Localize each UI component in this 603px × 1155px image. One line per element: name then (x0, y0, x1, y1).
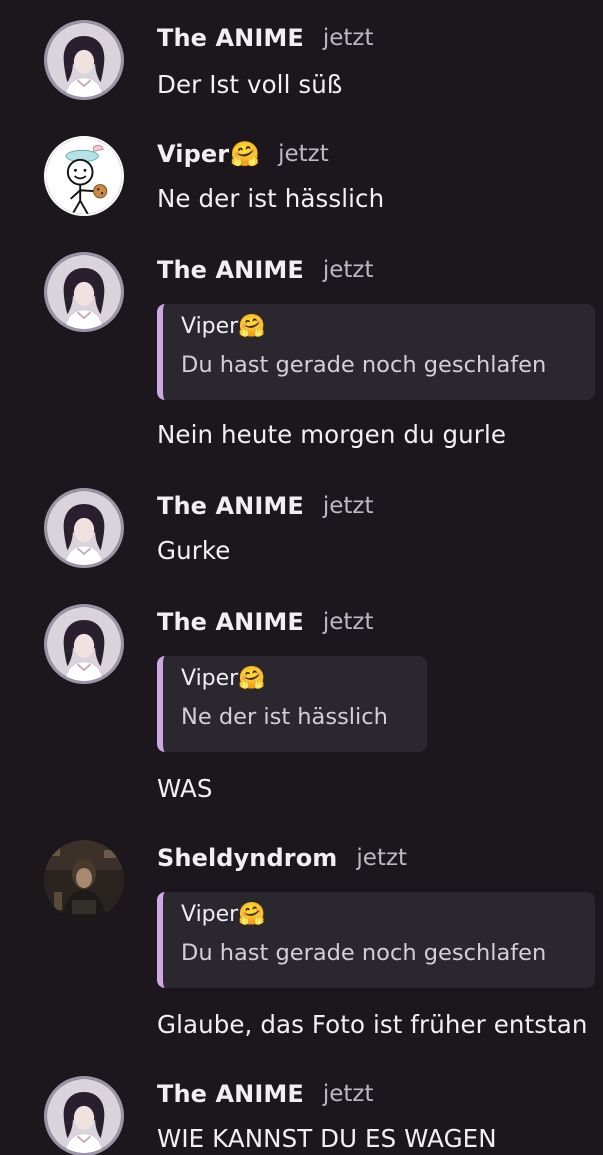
message-text: WAS (157, 774, 213, 803)
author-name[interactable]: Sheldyndrom (157, 844, 337, 872)
message: Viper 🤗 jetzt Ne der ist hässlich (0, 136, 603, 226)
timestamp: jetzt (356, 845, 408, 871)
message-header: The ANIME jetzt (157, 602, 374, 642)
timestamp: jetzt (278, 141, 329, 167)
anime-avatar[interactable] (44, 252, 124, 332)
message: The ANIME jetzt Der Ist voll süß (0, 20, 603, 110)
message-text: Nein heute morgen du gurle (157, 420, 507, 449)
message-header: Viper 🤗 jetzt (157, 134, 329, 174)
author-name[interactable]: Viper (157, 140, 229, 168)
message-text: Glaube, das Foto ist früher entstan (157, 1010, 588, 1039)
message-header: The ANIME jetzt (157, 18, 374, 58)
message-text: Der Ist voll süß (157, 70, 343, 99)
message-text: Gurke (157, 536, 231, 565)
message-text: WIE KANNST DU ES WAGEN (157, 1124, 497, 1153)
message-header: The ANIME jetzt (157, 486, 374, 526)
message: The ANIME jetzt Gurke (0, 488, 603, 578)
anime-avatar[interactable] (44, 20, 124, 100)
anime-avatar[interactable] (44, 604, 124, 684)
message: The ANIME jetzt Viper🤗 Du hast gerade no… (0, 252, 603, 462)
message: Sheldyndrom jetzt Viper🤗 Du hast gerade … (0, 840, 603, 1050)
message: The ANIME jetzt Viper🤗 Ne der ist hässli… (0, 604, 603, 814)
photo-avatar[interactable] (44, 840, 124, 920)
message: The ANIME jetzt WIE KANNST DU ES WAGEN (0, 1076, 603, 1155)
author-name[interactable]: The ANIME (157, 608, 304, 636)
timestamp: jetzt (322, 257, 374, 283)
message-header: The ANIME jetzt (157, 250, 374, 290)
quoted-reply[interactable]: Viper🤗 Du hast gerade noch geschlafen (157, 892, 595, 988)
author-name[interactable]: The ANIME (157, 1080, 304, 1108)
message-text: Ne der ist hässlich (157, 184, 385, 213)
timestamp: jetzt (322, 1081, 374, 1107)
message-header: The ANIME jetzt (157, 1076, 374, 1114)
timestamp: jetzt (322, 25, 374, 51)
message-header: Sheldyndrom jetzt (157, 838, 407, 878)
reply-author: Viper🤗 (181, 902, 266, 927)
hugging-face-emoji: 🤗 (230, 140, 261, 168)
author-name[interactable]: The ANIME (157, 24, 304, 52)
message-feed: The ANIME jetzt Der Ist voll süß Viper 🤗… (0, 0, 603, 1155)
hugging-face-emoji: 🤗 (238, 902, 266, 927)
stickman-avatar[interactable] (44, 136, 124, 216)
hugging-face-emoji: 🤗 (238, 666, 266, 691)
timestamp: jetzt (322, 493, 374, 519)
quoted-reply[interactable]: Viper🤗 Du hast gerade noch geschlafen (157, 304, 595, 400)
author-name[interactable]: The ANIME (157, 256, 304, 284)
quoted-reply[interactable]: Viper🤗 Ne der ist hässlich (157, 656, 427, 752)
anime-avatar[interactable] (44, 1076, 124, 1155)
hugging-face-emoji: 🤗 (238, 314, 266, 339)
author-name[interactable]: The ANIME (157, 492, 304, 520)
reply-text: Du hast gerade noch geschlafen (181, 352, 547, 378)
reply-text: Ne der ist hässlich (181, 704, 388, 730)
reply-author: Viper🤗 (181, 314, 266, 339)
anime-avatar[interactable] (44, 488, 124, 568)
timestamp: jetzt (322, 609, 374, 635)
reply-author: Viper🤗 (181, 666, 266, 691)
reply-text: Du hast gerade noch geschlafen (181, 940, 547, 966)
